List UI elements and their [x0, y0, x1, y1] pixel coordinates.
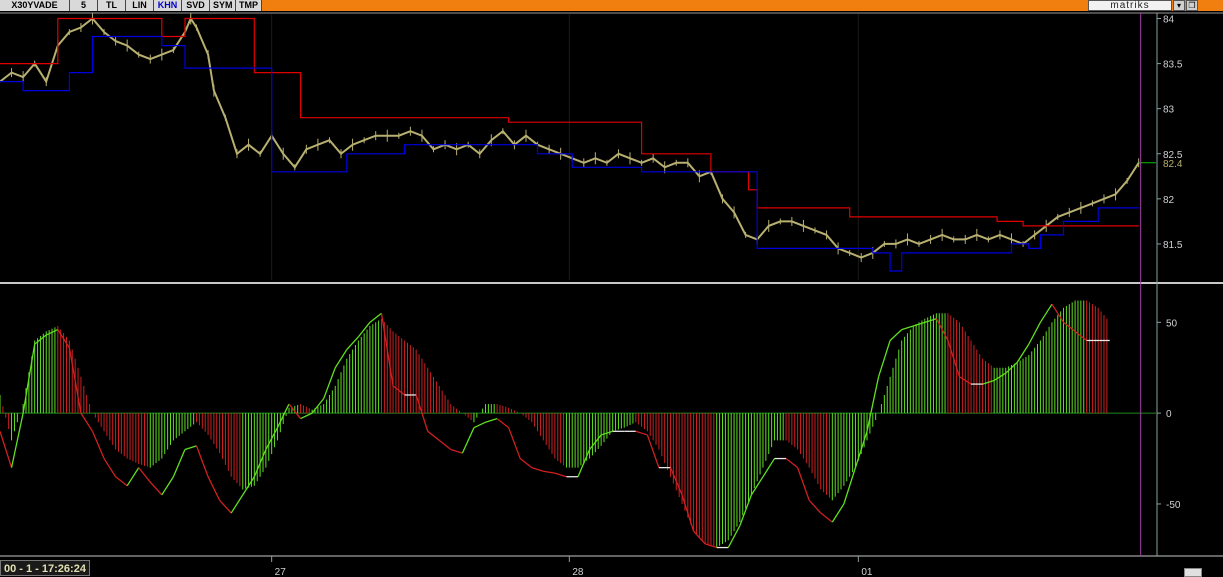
signal-line-segment	[473, 421, 486, 429]
chart-axes: 8483.58382.58281.5500-5027 28 0182.4	[0, 12, 1223, 577]
price-y-tick-label: 82	[1163, 195, 1175, 206]
signal-line-segment	[276, 403, 290, 428]
osc-y-tick-label: -50	[1166, 500, 1181, 511]
signal-line-segment	[831, 503, 845, 523]
signal-line-segment	[103, 458, 117, 478]
osc-y-tick-label: 50	[1166, 318, 1178, 329]
signal-line-segment	[323, 367, 336, 399]
signal-line-segment	[0, 431, 13, 468]
signal-line-segment	[450, 448, 463, 454]
signal-line-segment	[184, 445, 197, 451]
last-price-label: 82.4	[1163, 159, 1183, 170]
signal-line-segment	[346, 336, 359, 351]
resize-grip-icon[interactable]	[1184, 568, 1202, 577]
signal-line-segment	[889, 329, 903, 341]
signal-line-segment	[635, 430, 648, 436]
signal-line-segment	[762, 458, 776, 478]
signal-line-segment	[1028, 322, 1041, 345]
signal-line-segment	[820, 512, 833, 523]
oscillator-panel	[0, 300, 1156, 549]
signal-line-segment	[461, 427, 475, 454]
price-y-tick-label: 83.5	[1163, 60, 1183, 71]
signal-line-segment	[901, 325, 914, 331]
signal-line-segment	[808, 499, 822, 514]
signal-line-segment	[508, 427, 521, 459]
signal-line-segment	[300, 412, 313, 420]
signal-line-segment	[554, 472, 567, 478]
signal-line-segment	[334, 349, 348, 369]
signal-line-segment	[195, 445, 209, 477]
price-y-tick-label: 81.5	[1163, 240, 1183, 251]
signal-line-segment	[230, 494, 244, 514]
signal-line-segment	[531, 467, 544, 472]
signal-line-segment	[161, 476, 174, 496]
signal-line-segment	[91, 431, 105, 459]
signal-line-segment	[138, 467, 151, 483]
time-axis-label: 01	[861, 567, 873, 577]
price-y-tick-label: 83	[1163, 105, 1175, 116]
signal-line-segment	[126, 467, 140, 487]
signal-line-segment	[438, 439, 452, 450]
osc-y-tick-label: 0	[1166, 409, 1172, 420]
signal-line-segment	[219, 499, 232, 514]
signal-line-segment	[427, 430, 440, 441]
signal-line-segment	[496, 418, 510, 429]
signal-line-segment	[80, 412, 94, 432]
signal-line-segment	[1039, 303, 1053, 323]
signal-line-segment	[485, 417, 498, 423]
price-y-tick-label: 84	[1163, 15, 1175, 26]
signal-line-segment	[785, 458, 799, 469]
time-axis-label: 28	[572, 567, 584, 577]
signal-line-segment	[172, 449, 186, 477]
signal-line-segment	[115, 476, 128, 487]
time-axis-label: 27	[275, 567, 287, 577]
signal-line-segment	[369, 312, 382, 323]
signal-line-segment	[207, 476, 221, 501]
signal-line-segment	[543, 470, 555, 474]
signal-line-segment	[519, 458, 533, 469]
price-panel	[0, 12, 1156, 280]
signal-line-segment	[877, 340, 891, 378]
signal-line-segment	[797, 467, 810, 501]
chart-canvas[interactable]: 8483.58382.58281.5500-5027 28 0182.4	[0, 0, 1223, 577]
signal-line-segment	[149, 481, 163, 496]
status-clock: 00 - 1 - 17:26:24	[0, 560, 90, 576]
